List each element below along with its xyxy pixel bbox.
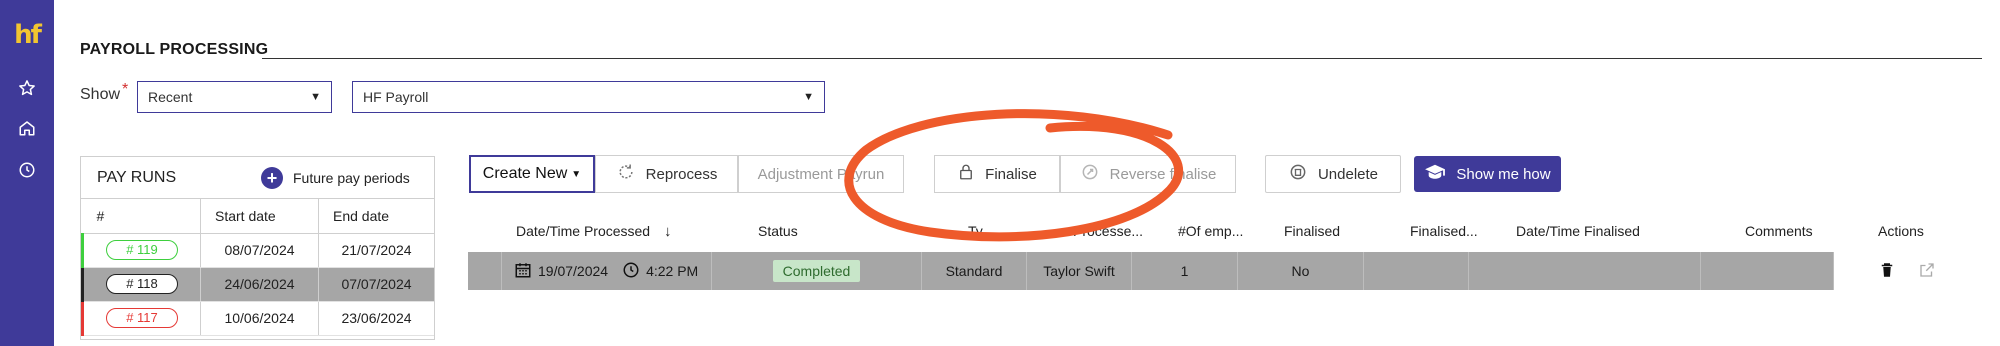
pay-runs-header: PAY RUNS + Future pay periods bbox=[81, 157, 434, 199]
start-date-cell: 08/07/2024 bbox=[200, 233, 319, 268]
reprocess-button[interactable]: Reprocess bbox=[595, 155, 738, 193]
end-date-cell: 23/06/2024 bbox=[318, 301, 434, 336]
future-pay-periods-button[interactable]: + Future pay periods bbox=[261, 165, 410, 191]
pay-run-id-cell: # 118 bbox=[81, 267, 201, 302]
column-header-processed[interactable]: Date/Time Processed ↓ bbox=[516, 223, 671, 240]
employees-cell: 1 bbox=[1132, 252, 1238, 290]
column-header: # bbox=[82, 199, 201, 234]
caret-down-icon: ▼ bbox=[571, 168, 582, 180]
reverse-icon bbox=[1080, 162, 1100, 186]
chevron-down-icon: ▼ bbox=[803, 91, 814, 103]
pay-runs-table: # Start date End date # 119 08/07/2024 2… bbox=[81, 199, 434, 336]
column-header-finalised[interactable]: Finalised bbox=[1284, 223, 1340, 239]
create-new-label: Create New bbox=[482, 165, 568, 182]
pay-run-id-cell: # 119 bbox=[81, 233, 201, 268]
finalise-label: Finalise bbox=[985, 165, 1037, 183]
undelete-button[interactable]: Undelete bbox=[1265, 155, 1401, 193]
column-header: Start date bbox=[200, 199, 319, 234]
status-badge: Completed bbox=[772, 260, 861, 282]
end-date-cell: 21/07/2024 bbox=[318, 233, 434, 268]
processed-by-cell: Taylor Swift bbox=[1027, 252, 1132, 290]
processed-date: 19/07/2024 bbox=[538, 263, 609, 279]
clock-icon bbox=[622, 261, 640, 282]
period-select[interactable]: Recent ▼ bbox=[137, 81, 332, 113]
column-header-finalised-time[interactable]: Date/Time Finalised bbox=[1516, 223, 1640, 239]
adjustment-payrun-label: Adjustment Payrun bbox=[757, 165, 885, 183]
reverse-finalise-label: Reverse finalise bbox=[1109, 165, 1217, 183]
column-header-status[interactable]: Status bbox=[758, 223, 798, 239]
undelete-label: Undelete bbox=[1317, 165, 1379, 183]
processed-time: 4:22 PM bbox=[646, 263, 699, 279]
end-date-cell: 07/07/2024 bbox=[318, 267, 434, 302]
payroll-select[interactable]: HF Payroll ▼ bbox=[352, 81, 825, 113]
star-icon[interactable] bbox=[13, 74, 41, 102]
clock-icon[interactable] bbox=[13, 156, 41, 184]
finalise-button[interactable]: Finalise bbox=[934, 155, 1060, 193]
column-header-comments[interactable]: Comments bbox=[1745, 223, 1813, 239]
pay-run-id-cell: # 117 bbox=[81, 301, 201, 336]
pay-runs-title: PAY RUNS bbox=[97, 169, 177, 186]
column-header: End date bbox=[318, 199, 434, 234]
home-icon[interactable] bbox=[13, 114, 41, 142]
pay-run-id-badge: # 117 bbox=[106, 308, 178, 328]
refresh-icon bbox=[616, 162, 636, 186]
payroll-select-value: HF Payroll bbox=[363, 89, 429, 105]
pay-run-id-badge: # 119 bbox=[106, 240, 178, 260]
type-cell: Standard bbox=[922, 252, 1027, 290]
future-pay-periods-label: Future pay periods bbox=[293, 170, 410, 186]
pay-run-id-badge: # 118 bbox=[106, 274, 178, 294]
plus-icon: + bbox=[261, 167, 283, 189]
start-date-cell: 24/06/2024 bbox=[200, 267, 319, 302]
column-header-finalised-by[interactable]: Finalised... bbox=[1410, 223, 1478, 239]
reverse-finalise-button[interactable]: Reverse finalise bbox=[1060, 155, 1236, 193]
pay-run-row[interactable]: # 118 24/06/2024 07/07/2024 bbox=[81, 267, 434, 302]
column-header-actions: Actions bbox=[1878, 223, 1924, 239]
period-select-value: Recent bbox=[148, 89, 193, 105]
column-header-employees[interactable]: #Of emp... bbox=[1178, 223, 1243, 239]
lock-icon bbox=[957, 163, 975, 185]
pay-runs-panel: PAY RUNS + Future pay periods # Start da… bbox=[80, 156, 435, 340]
calendar-icon bbox=[514, 261, 532, 282]
external-link-icon[interactable] bbox=[1918, 261, 1936, 282]
column-header-processed-by[interactable]: Processe... bbox=[1073, 223, 1143, 239]
graduation-cap-icon bbox=[1424, 163, 1446, 185]
processed-cell: 19/07/2024 4:22 PM bbox=[502, 252, 712, 290]
required-mark: * bbox=[122, 81, 129, 98]
page-title: PAYROLL PROCESSING bbox=[80, 41, 269, 58]
reprocess-label: Reprocess bbox=[645, 165, 718, 183]
row-select-cell[interactable] bbox=[468, 252, 502, 290]
pay-run-row[interactable]: # 117 10/06/2024 23/06/2024 bbox=[81, 301, 434, 336]
trash-icon[interactable] bbox=[1878, 260, 1896, 283]
column-header-label: Date/Time Processed bbox=[516, 223, 651, 239]
sidebar: hf bbox=[0, 0, 54, 346]
actions-cell bbox=[1834, 252, 1980, 290]
create-new-button[interactable]: Create New ▼ bbox=[469, 155, 595, 193]
finalised-by-cell bbox=[1364, 252, 1469, 290]
pay-run-row[interactable]: # 119 08/07/2024 21/07/2024 bbox=[81, 233, 434, 268]
start-date-cell: 10/06/2024 bbox=[200, 301, 319, 336]
show-me-how-label: Show me how bbox=[1456, 165, 1551, 183]
show-me-how-button[interactable]: Show me how bbox=[1414, 156, 1561, 192]
chevron-down-icon: ▼ bbox=[310, 91, 321, 103]
app-logo[interactable]: hf bbox=[0, 20, 54, 50]
adjustment-payrun-button[interactable]: Adjustment Payrun bbox=[738, 155, 904, 193]
undelete-icon bbox=[1288, 162, 1308, 186]
finalised-time-cell bbox=[1469, 252, 1701, 290]
status-cell: Completed bbox=[712, 252, 922, 290]
comments-cell bbox=[1701, 252, 1834, 290]
table-row[interactable]: 19/07/2024 4:22 PM Completed Standard Ta… bbox=[468, 252, 1980, 290]
finalised-cell: No bbox=[1238, 252, 1364, 290]
title-divider bbox=[262, 58, 1982, 59]
arrow-down-icon: ↓ bbox=[663, 223, 672, 240]
show-label: Show bbox=[80, 86, 121, 103]
column-header-type[interactable]: Ty bbox=[968, 223, 983, 239]
